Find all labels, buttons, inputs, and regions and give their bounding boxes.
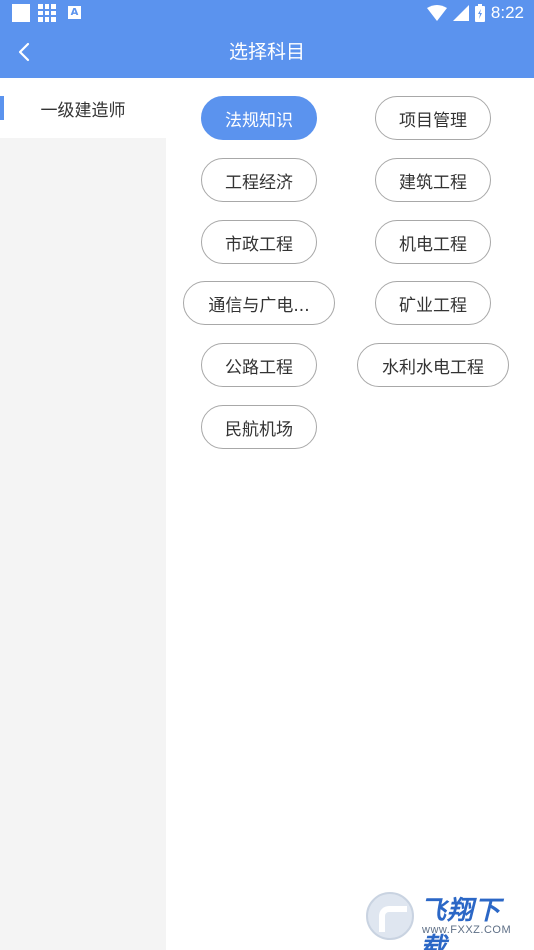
subject-chip-shuilishuidian[interactable]: 水利水电工程 — [357, 343, 509, 387]
subject-grid: 法规知识 项目管理 工程经济 建筑工程 市政工程 机电工程 通信与广电... 矿… — [166, 78, 534, 950]
subject-chip-gongluogongcheng[interactable]: 公路工程 — [201, 343, 317, 387]
app-grid-icon — [38, 4, 56, 22]
subject-chip-kuangyegongcheng[interactable]: 矿业工程 — [375, 281, 491, 325]
chevron-left-icon — [18, 42, 30, 62]
sidebar-item-label: 一级建造师 — [40, 100, 126, 121]
app-root: A 8:22 选择科目 一级建造师 法规知识 项目管理 工程经济 建筑工程 市政… — [0, 0, 534, 950]
selected-indicator — [0, 96, 4, 120]
header-bar: 选择科目 — [0, 26, 534, 78]
subject-chip-jidiangongcheng[interactable]: 机电工程 — [375, 220, 491, 264]
watermark-brand: 飞翔下载 — [420, 896, 502, 950]
status-time: 8:22 — [490, 3, 524, 22]
status-right-icons: 8:22 — [426, 2, 524, 24]
subject-chip-xiangmuguanli[interactable]: 项目管理 — [375, 96, 491, 140]
fxxz-logo-icon — [366, 892, 414, 940]
subject-chip-shizhenggongcheng[interactable]: 市政工程 — [201, 220, 317, 264]
back-button[interactable] — [6, 32, 42, 72]
watermark-url: www.FXXZ.COM — [422, 924, 512, 936]
subject-chip-jianzhugongcheng[interactable]: 建筑工程 — [375, 158, 491, 202]
notification-square-icon — [12, 4, 30, 22]
signal-icon — [452, 5, 469, 21]
subject-chip-faguizhishi[interactable]: 法规知识 — [201, 96, 317, 140]
category-sidebar: 一级建造师 — [0, 78, 166, 950]
subject-chip-gongchengjingji[interactable]: 工程经济 — [201, 158, 317, 202]
battery-icon — [474, 4, 485, 22]
site-watermark: 飞翔下载 www.FXXZ.COM — [366, 888, 526, 950]
page-title: 选择科目 — [228, 41, 305, 63]
status-bar: A 8:22 — [0, 0, 534, 26]
wifi-icon — [426, 5, 447, 21]
subject-chip-tongxinguangdian[interactable]: 通信与广电... — [183, 281, 335, 325]
subject-chip-minhangjichang[interactable]: 民航机场 — [201, 405, 317, 449]
sidebar-item-yiji-jianzaoshi[interactable]: 一级建造师 — [0, 78, 166, 138]
a-badge-icon: A — [68, 6, 81, 19]
